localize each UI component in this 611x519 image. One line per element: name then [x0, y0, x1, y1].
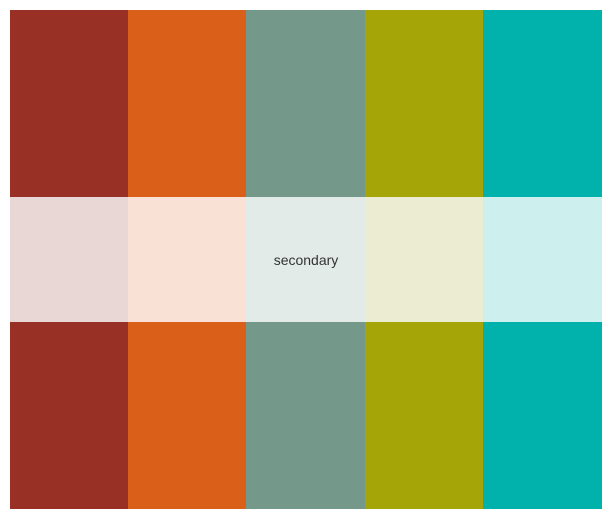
swatch-orange	[128, 322, 246, 509]
swatch-teal	[483, 322, 602, 509]
swatch-dark-red	[10, 10, 128, 197]
swatch-teal	[483, 10, 602, 197]
swatch-light-sage	[246, 197, 365, 322]
swatch-light-orange	[128, 197, 246, 322]
swatch-olive	[365, 10, 483, 197]
swatch-olive	[365, 322, 483, 509]
swatch-orange	[128, 10, 246, 197]
palette-row-secondary	[10, 197, 602, 322]
swatch-light-teal	[483, 197, 602, 322]
swatch-sage	[246, 322, 365, 509]
swatch-sage	[246, 10, 365, 197]
swatch-dark-red	[10, 322, 128, 509]
swatch-light-red	[10, 197, 128, 322]
swatch-light-olive	[365, 197, 483, 322]
color-palette: secondary	[10, 10, 602, 509]
palette-row-bottom	[10, 322, 602, 509]
palette-row-top	[10, 10, 602, 197]
